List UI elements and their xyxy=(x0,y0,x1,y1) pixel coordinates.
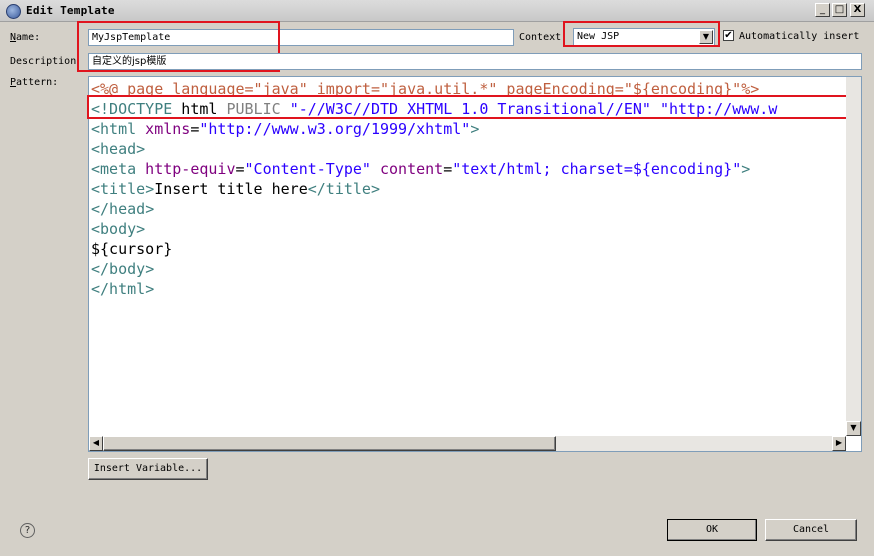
horizontal-scroll-thumb[interactable] xyxy=(103,436,556,451)
context-highlight-box xyxy=(563,21,720,47)
name-label: Name: xyxy=(10,32,41,43)
minimize-button[interactable]: _ xyxy=(815,3,830,17)
maximize-button[interactable]: □ xyxy=(832,3,847,17)
window-title: Edit Template xyxy=(26,4,115,17)
app-icon xyxy=(6,4,21,19)
context-label: Context xyxy=(519,32,562,43)
scroll-left-icon[interactable]: ◀ xyxy=(89,436,103,451)
scroll-down-icon[interactable]: ▼ xyxy=(846,421,861,436)
close-button[interactable]: X xyxy=(850,3,865,17)
help-icon[interactable]: ? xyxy=(20,523,35,538)
pattern-label: Pattern: xyxy=(10,77,59,88)
auto-insert-checkbox[interactable]: ✔ xyxy=(723,30,734,41)
description-label: Description xyxy=(10,56,77,67)
pattern-editor[interactable]: <%@ page language="java" import="java.ut… xyxy=(88,76,862,452)
title-bar xyxy=(0,0,874,22)
vertical-scrollbar[interactable] xyxy=(846,77,861,436)
ok-button[interactable]: OK xyxy=(667,519,757,541)
insert-variable-button[interactable]: Insert Variable... xyxy=(88,458,208,480)
doctype-highlight-box xyxy=(87,95,849,119)
description-input[interactable]: 自定义的jsp模版 xyxy=(88,53,862,70)
cancel-button[interactable]: Cancel xyxy=(765,519,857,541)
scroll-right-icon[interactable]: ▶ xyxy=(832,436,846,451)
auto-insert-label: Automatically insert xyxy=(739,31,860,42)
